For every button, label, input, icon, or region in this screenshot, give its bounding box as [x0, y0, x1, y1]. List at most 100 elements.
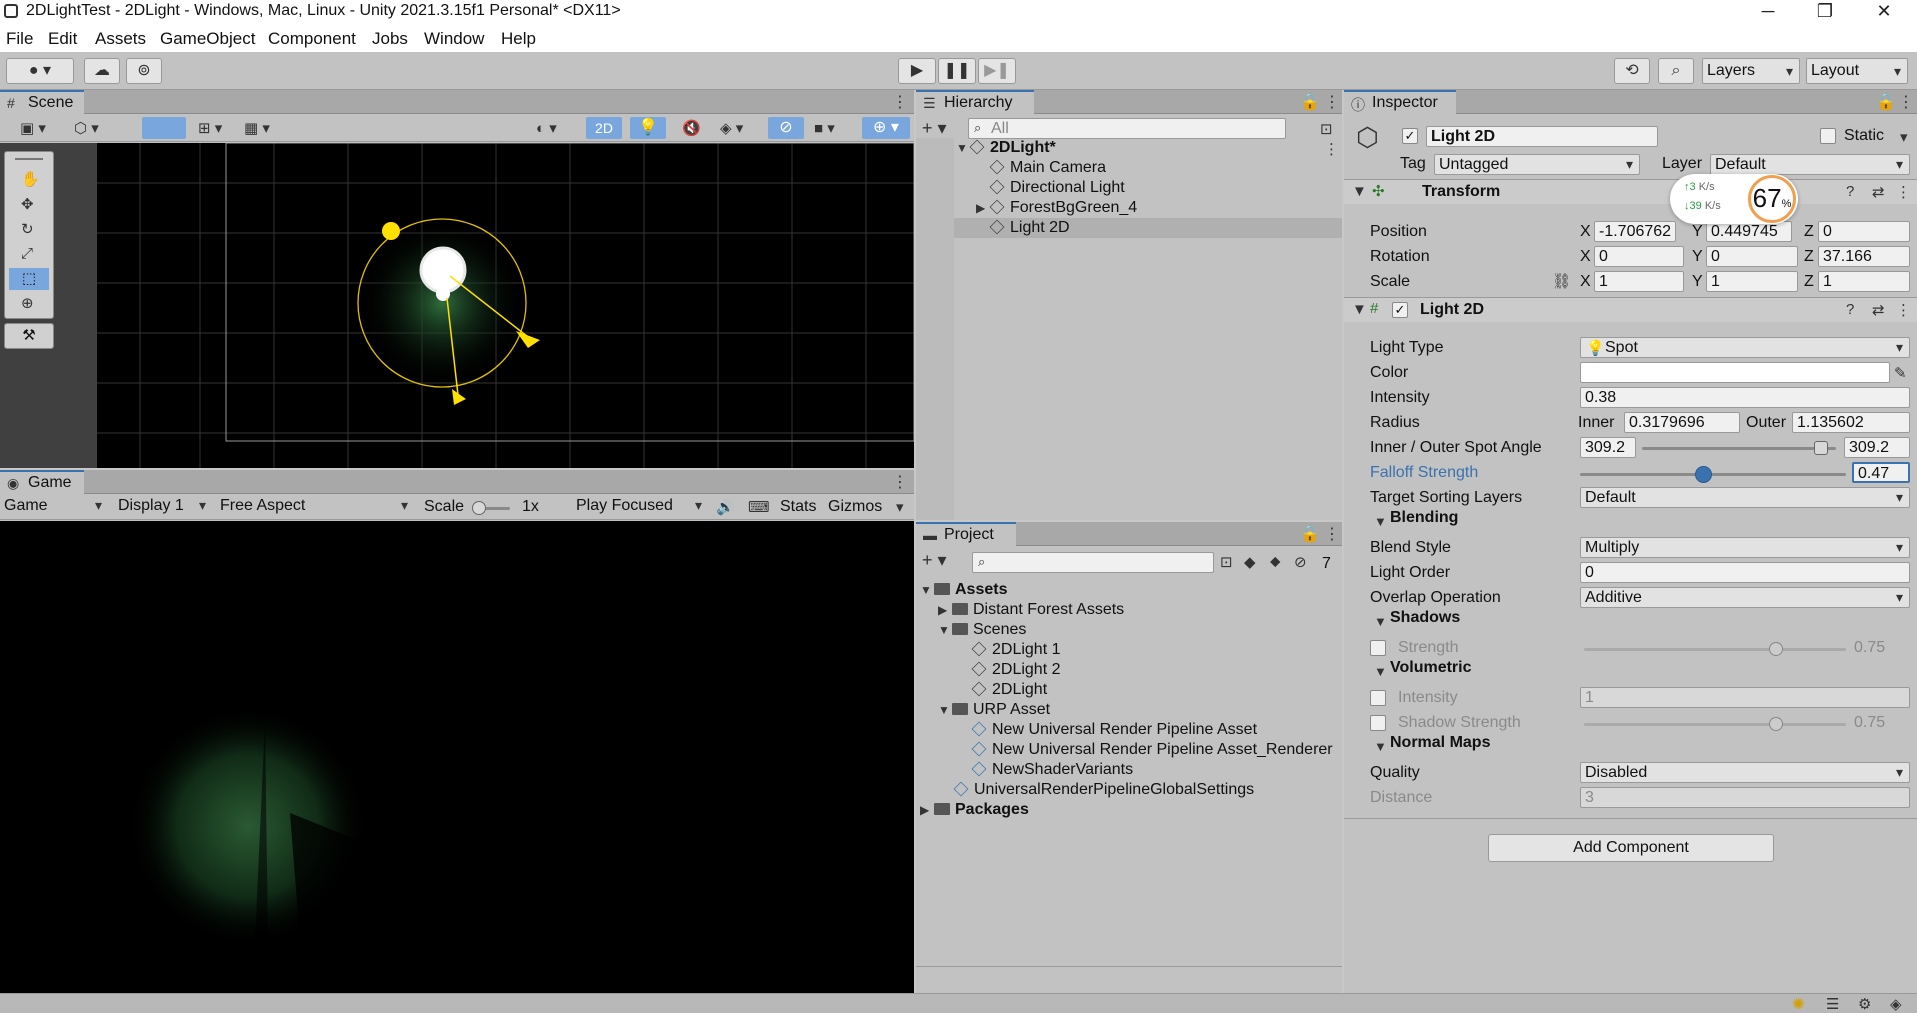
- volumetric-enabled-checkbox[interactable]: [1370, 690, 1386, 706]
- position-y-field[interactable]: 0.449745: [1706, 221, 1792, 242]
- grid-visibility-icon[interactable]: ▦ ▾: [244, 119, 270, 137]
- hidden-packages-icon[interactable]: ⊘: [1294, 553, 1307, 571]
- tag-dropdown[interactable]: Untagged: [1434, 154, 1640, 175]
- shadow-strength-thumb[interactable]: [1769, 642, 1783, 656]
- static-checkbox[interactable]: [1820, 128, 1836, 144]
- scale-slider-thumb[interactable]: [472, 501, 486, 515]
- light-order-field[interactable]: 0: [1580, 562, 1910, 583]
- hidden-objects-icon[interactable]: ⊘: [768, 117, 804, 139]
- scene-panel-menu-icon[interactable]: ⋮: [892, 92, 908, 112]
- move-tool-icon[interactable]: ✥: [21, 195, 34, 213]
- scale-y-field[interactable]: 1: [1706, 271, 1798, 292]
- spot-inner-field[interactable]: 309.2: [1580, 437, 1636, 458]
- history-icon[interactable]: ⟲: [1614, 58, 1650, 84]
- active-checkbox[interactable]: ✓: [1402, 128, 1418, 144]
- hierarchy-search-input[interactable]: All: [968, 118, 1286, 139]
- lighting-toggle-icon[interactable]: 💡: [630, 117, 666, 139]
- list-item[interactable]: ▶ ForestBgGreen_4: [976, 198, 1137, 218]
- maximize-button[interactable]: ❐: [1797, 0, 1853, 26]
- spot-angle-slider[interactable]: [1642, 447, 1836, 450]
- search-by-type-icon[interactable]: ⊡: [1220, 553, 1233, 571]
- shadows-foldout-icon[interactable]: ▼: [1374, 614, 1387, 629]
- 2d-toggle-button[interactable]: 2D: [586, 117, 622, 139]
- list-item[interactable]: New Universal Render Pipeline Asset: [971, 720, 1257, 740]
- shading-icon[interactable]: ◐ ▾: [536, 119, 557, 137]
- effects-icon[interactable]: ◈ ▾: [720, 119, 743, 137]
- menu-gameobject[interactable]: GameObject: [160, 29, 255, 49]
- play-focused-dropdown[interactable]: Play Focused: [572, 496, 708, 517]
- lock-icon[interactable]: 🔒: [1876, 92, 1896, 112]
- list-item[interactable]: 2DLight 2: [971, 660, 1061, 680]
- inspector-menu-icon[interactable]: ⋮: [1898, 92, 1914, 112]
- rect-tool-icon[interactable]: ⬚: [9, 268, 49, 290]
- radius-outer-field[interactable]: 1.135602: [1792, 412, 1910, 433]
- cache-server-icon[interactable]: ☰: [1826, 995, 1839, 1013]
- vol-shadow-checkbox[interactable]: [1370, 715, 1386, 731]
- help-icon[interactable]: ?: [1846, 183, 1854, 200]
- constrain-proportions-icon[interactable]: ⛓: [1552, 272, 1571, 290]
- list-item[interactable]: ▼ URP Asset: [938, 700, 1050, 720]
- add-component-button[interactable]: Add Component: [1488, 834, 1774, 862]
- spot-angle-slider-thumb[interactable]: [1814, 441, 1828, 455]
- lighting-build-icon[interactable]: ◈: [1890, 995, 1902, 1013]
- mute-audio-icon[interactable]: 🔊: [716, 498, 735, 516]
- debug-mode-icon[interactable]: ⚙: [1858, 995, 1871, 1013]
- static-dropdown-icon[interactable]: ▾: [1900, 128, 1908, 146]
- project-menu-icon[interactable]: ⋮: [1324, 524, 1340, 544]
- component-menu-icon[interactable]: ⋮: [1896, 183, 1911, 201]
- layer-dropdown[interactable]: Default: [1710, 154, 1910, 175]
- account-button[interactable]: ● ▾: [6, 58, 74, 84]
- quality-dropdown[interactable]: Disabled: [1580, 762, 1910, 783]
- menu-window[interactable]: Window: [424, 29, 484, 49]
- foldout-arrow-icon[interactable]: ▼: [1352, 183, 1367, 200]
- falloff-field[interactable]: 0.47: [1852, 462, 1910, 483]
- list-item[interactable]: 2DLight 1: [971, 640, 1061, 660]
- distance-field[interactable]: 3: [1580, 787, 1910, 808]
- vol-intensity-field[interactable]: 1: [1580, 687, 1910, 708]
- tab-hierarchy[interactable]: ☰ Hierarchy: [916, 90, 1034, 114]
- shadows-title[interactable]: Shadows: [1390, 606, 1460, 630]
- create-asset-icon[interactable]: + ▾: [922, 550, 947, 571]
- minimize-button[interactable]: ─: [1740, 0, 1796, 26]
- shadow-strength-slider[interactable]: [1584, 648, 1846, 651]
- position-z-field[interactable]: 0: [1818, 221, 1910, 242]
- scene-menu-icon[interactable]: ⋮: [1324, 140, 1339, 158]
- scale-x-field[interactable]: 1: [1594, 271, 1684, 292]
- cloud-icon[interactable]: ☁: [84, 58, 120, 84]
- hierarchy-menu-icon[interactable]: ⋮: [1324, 92, 1340, 112]
- game-viewport[interactable]: [0, 521, 914, 993]
- gizmos-dropdown-icon[interactable]: ▾: [896, 498, 904, 516]
- object-name-field[interactable]: Light 2D: [1426, 126, 1658, 147]
- list-item[interactable]: New Universal Render Pipeline Asset_Rend…: [971, 740, 1333, 760]
- light-type-dropdown[interactable]: Spot: [1580, 337, 1910, 358]
- rotation-z-field[interactable]: 37.166: [1818, 246, 1910, 267]
- transform-header[interactable]: ▼ ✣ Transform ? ⇄ ⋮: [1344, 180, 1917, 204]
- volumetric-title[interactable]: Volumetric: [1390, 656, 1472, 680]
- packages-folder[interactable]: ▶ Packages: [920, 800, 1029, 820]
- list-item[interactable]: 2DLight: [971, 680, 1047, 700]
- step-button[interactable]: ▶❚: [978, 58, 1016, 84]
- aspect-dropdown[interactable]: Free Aspect: [216, 496, 414, 517]
- menu-jobs[interactable]: Jobs: [372, 29, 408, 49]
- tab-inspector[interactable]: ⓘ Inspector: [1344, 90, 1456, 114]
- tab-project[interactable]: ▬ Project: [916, 522, 1016, 546]
- rotation-y-field[interactable]: 0: [1706, 246, 1798, 267]
- scale-z-field[interactable]: 1: [1818, 271, 1910, 292]
- filter-by-label-icon[interactable]: ⬥: [1270, 553, 1281, 570]
- vol-shadow-slider[interactable]: [1584, 723, 1846, 726]
- gizmos-icon[interactable]: ⊕ ▾: [862, 117, 910, 139]
- tab-game[interactable]: ◉ Game: [0, 470, 84, 494]
- search-icon[interactable]: ⌕: [1658, 58, 1694, 84]
- eyedropper-icon[interactable]: ✎: [1894, 364, 1907, 382]
- gizmos-button[interactable]: Gizmos: [828, 497, 882, 517]
- scene-root-item[interactable]: ▼ 2DLight*: [956, 138, 1342, 158]
- keyboard-icon[interactable]: ⌨: [748, 498, 770, 516]
- list-item[interactable]: Directional Light: [989, 178, 1125, 198]
- rotation-x-field[interactable]: 0: [1594, 246, 1684, 267]
- create-add-icon[interactable]: + ▾: [922, 118, 947, 139]
- menu-edit[interactable]: Edit: [48, 29, 77, 49]
- menu-file[interactable]: File: [6, 29, 33, 49]
- lock-icon[interactable]: 🔒: [1300, 92, 1320, 112]
- display-dropdown[interactable]: Display 1: [114, 496, 212, 517]
- layout-dropdown[interactable]: Layout: [1806, 58, 1908, 84]
